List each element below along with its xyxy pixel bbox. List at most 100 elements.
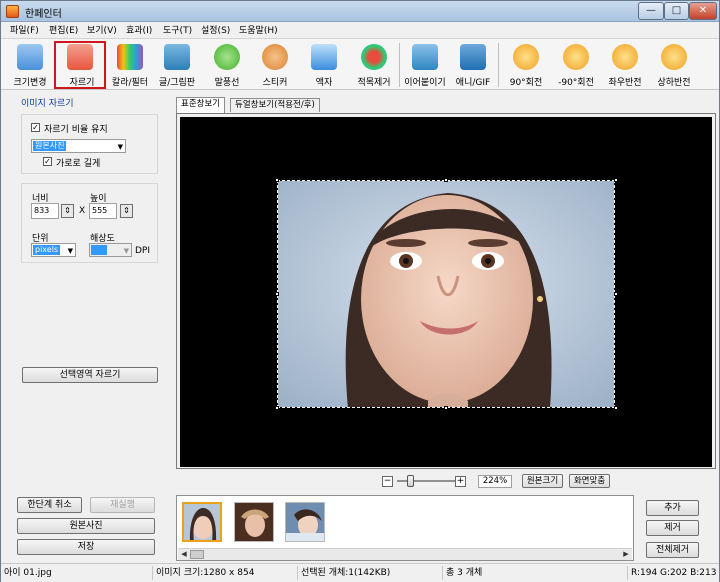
zoom-bar: − + 224% 원본크기 화면맞춤 [381, 474, 711, 491]
sticker-icon [262, 44, 288, 70]
thumbnail-strip[interactable]: ◀ ▶ [176, 495, 634, 561]
crop-handle[interactable] [614, 292, 618, 296]
menu-effect[interactable]: 효과(I) [126, 23, 152, 36]
thumbnail-item[interactable] [285, 502, 325, 542]
toolbar: 크기변경 자르기 칼라/필터 글/그림판 말풍선 스티커 액자 적목제거 이어붙… [1, 38, 719, 90]
app-window: 한페인터 — □ ✕ 파일(F) 편집(E) 보기(V) 효과(I) 도구(T)… [0, 0, 720, 582]
crop-handle[interactable] [444, 406, 448, 410]
join-icon [412, 44, 438, 70]
frame-icon [311, 44, 337, 70]
menu-file[interactable]: 파일(F) [10, 23, 39, 36]
width-spinner[interactable]: ⇕ [61, 204, 74, 218]
ratio-group: ✓ 자르기 비율 유지 원본사진 ▼ ✓ 가로로 길게 [21, 114, 158, 174]
zoom-out-button[interactable]: − [382, 476, 393, 487]
ratio-select[interactable]: 원본사진 ▼ [31, 139, 126, 153]
resize-icon [17, 44, 43, 70]
height-spinner[interactable]: ⇕ [120, 204, 133, 218]
menu-tools[interactable]: 도구(T) [163, 23, 192, 36]
crop-handle[interactable] [614, 178, 618, 182]
add-button[interactable]: 추가 [646, 500, 699, 516]
height-input[interactable]: 555 [89, 203, 117, 219]
tool-crop[interactable]: 자르기 [54, 41, 106, 89]
maximize-button[interactable]: □ [664, 2, 689, 20]
thumbnail-item[interactable] [182, 502, 222, 542]
menu-bar: 파일(F) 편집(E) 보기(V) 효과(I) 도구(T) 설정(S) 도움말(… [1, 22, 719, 37]
status-rgb: R:194 G:202 B:213 [631, 568, 717, 578]
dpi-unit: DPI [135, 246, 151, 256]
scrollbar-thumb[interactable] [190, 550, 204, 559]
scroll-left-icon[interactable]: ◀ [178, 549, 190, 560]
tool-red-eye[interactable]: 적목제거 [348, 41, 400, 89]
chevron-down-icon: ▼ [117, 143, 123, 151]
landscape-checkbox[interactable]: ✓ [43, 157, 52, 166]
tool-flip-vertical[interactable]: 상하반전 [648, 41, 700, 89]
width-input[interactable]: 833 [31, 203, 59, 219]
zoom-in-button[interactable]: + [455, 476, 466, 487]
save-button[interactable]: 저장 [17, 539, 155, 555]
undo-button[interactable]: 한단계 취소 [17, 497, 82, 513]
thumbnail-item[interactable] [234, 502, 274, 542]
chevron-down-icon: ▼ [67, 247, 73, 255]
size-group: 너비 높이 833 ⇕ X 555 ⇕ 단위 해상도 pixels ▼ ▼ DP… [21, 183, 158, 263]
thumbnail-scrollbar[interactable]: ◀ ▶ [178, 548, 632, 560]
remove-button[interactable]: 제거 [646, 520, 699, 536]
minimize-button[interactable]: — [638, 2, 664, 20]
landscape-label: 가로로 길게 [56, 159, 101, 169]
tool-text-drawing[interactable]: 글/그림판 [151, 41, 203, 89]
color-filter-icon [117, 44, 143, 70]
status-filename: 아이 01.jpg [1, 566, 153, 580]
fit-screen-button[interactable]: 화면맞춤 [569, 474, 610, 488]
zoom-slider-handle[interactable] [407, 475, 415, 487]
crop-selection[interactable] [277, 180, 615, 408]
redo-button[interactable]: 재실행 [90, 497, 155, 513]
rotate-cw-icon [513, 44, 539, 70]
tool-resize[interactable]: 크기변경 [4, 41, 56, 89]
scroll-right-icon[interactable]: ▶ [620, 549, 632, 560]
crop-handle[interactable] [614, 406, 618, 410]
original-size-button[interactable]: 원본크기 [522, 474, 563, 488]
crop-handle[interactable] [275, 292, 279, 296]
chevron-down-icon: ▼ [123, 247, 129, 255]
image-canvas[interactable] [180, 117, 712, 467]
status-selected: 선택된 개체:1(142KB) [298, 566, 443, 580]
crop-handle[interactable] [275, 178, 279, 182]
close-button[interactable]: ✕ [689, 2, 717, 20]
keep-ratio-label: 자르기 비율 유지 [44, 125, 108, 135]
keep-ratio-checkbox[interactable]: ✓ [31, 123, 40, 132]
window-title: 한페인터 [25, 9, 62, 20]
flip-vertical-icon [661, 44, 687, 70]
status-image-size: 이미지 크기:1280 x 854 [153, 566, 298, 580]
zoom-slider-track[interactable] [397, 480, 455, 482]
image-viewer[interactable] [176, 113, 716, 469]
flip-horizontal-icon [612, 44, 638, 70]
app-icon [6, 5, 19, 18]
title-bar[interactable]: 한페인터 — □ ✕ [1, 1, 719, 22]
crop-options-panel: 이미지 자르기 ✓ 자르기 비율 유지 원본사진 ▼ ✓ 가로로 길게 너비 높… [1, 91, 169, 561]
crop-handle[interactable] [444, 178, 448, 182]
menu-edit[interactable]: 편집(E) [49, 23, 78, 36]
text-drawing-icon [164, 44, 190, 70]
rotate-ccw-icon [563, 44, 589, 70]
status-bar: 아이 01.jpg 이미지 크기:1280 x 854 선택된 개체:1(142… [1, 563, 719, 582]
tool-rotate-cw[interactable]: 90°회전 [500, 41, 552, 89]
tool-frame[interactable]: 액자 [298, 41, 350, 89]
status-total: 총 3 개체 [443, 566, 628, 580]
menu-view[interactable]: 보기(V) [87, 23, 117, 36]
tab-standard-view[interactable]: 표준창보기 [176, 97, 226, 113]
crop-handle[interactable] [275, 406, 279, 410]
crop-selection-button[interactable]: 선택영역 자르기 [22, 367, 158, 383]
x-separator: X [79, 206, 86, 216]
tab-dual-view[interactable]: 듀얼창보기(적용전/후) [230, 98, 320, 112]
menu-help[interactable]: 도움말(H) [239, 23, 278, 36]
tool-gif[interactable]: 애니/GIF [447, 41, 499, 89]
red-eye-icon [361, 44, 387, 70]
child-portrait-image [278, 181, 614, 407]
unit-select[interactable]: pixels ▼ [31, 243, 76, 257]
section-title: 이미지 자르기 [21, 99, 74, 109]
menu-settings[interactable]: 설정(S) [201, 23, 230, 36]
dpi-select[interactable]: ▼ [89, 243, 132, 257]
crop-icon [67, 44, 93, 70]
gif-icon [460, 44, 486, 70]
original-photo-button[interactable]: 원본사진 [17, 518, 155, 534]
remove-all-button[interactable]: 전체제거 [646, 542, 699, 558]
